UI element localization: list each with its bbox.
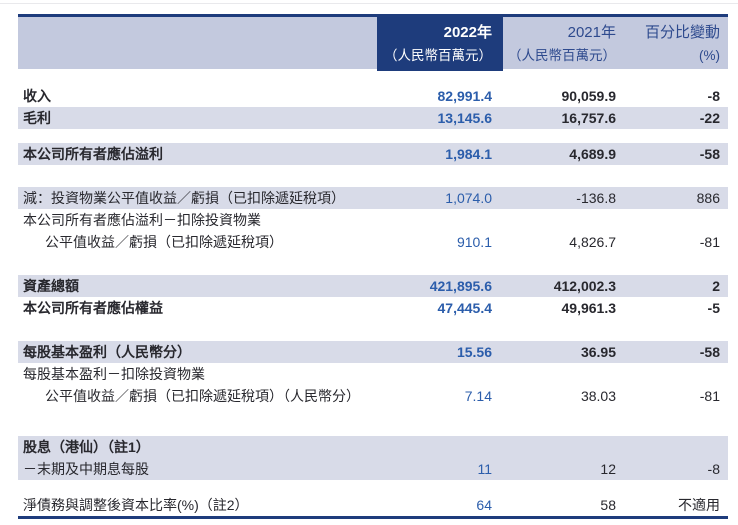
value-2022: 64 [476,497,492,513]
value-2022: 11 [477,461,492,477]
row-label: 淨債務與調整後資本比率(%)（註2） [23,497,249,513]
table-row: 每股基本盈利（人民幣分） 15.56 36.95 -58 [18,341,728,363]
value-2021: 412,002.3 [553,278,616,294]
header-percent-unit: (%) [699,48,720,63]
row-label: －末期及中期息每股 [23,461,149,477]
row-spacer [18,129,728,143]
table-row: 公平值收益／虧損（已扣除遞延稅項） 910.1 4,826.7 -81 [18,231,728,253]
row-spacer [18,253,728,275]
row-spacer [18,480,728,496]
table-row: 本公司所有者應佔權益 47,445.4 49,961.3 -5 [18,297,728,319]
row-label: 公平值收益／虧損（已扣除遞延稅項）（人民幣分） [45,388,360,404]
value-2022: 1,074.0 [445,190,492,206]
row-label: 毛利 [23,110,51,126]
value-2021: 4,689.9 [569,146,616,162]
value-2021: 90,059.9 [561,88,617,104]
financial-summary-table: 2022年 （人民幣百萬元） 2021年 （人民幣百萬元） 百分比變動 (%) … [18,14,728,519]
header-2021-unit: （人民幣百萬元） [508,48,616,63]
header-col-2022: 2022年 （人民幣百萬元） [377,14,503,71]
value-percent-change [617,363,728,385]
value-percent-change [617,209,728,231]
table-row: 減：投資物業公平值收益／虧損（已扣除遞延稅項） 1,074.0 -136.8 886 [18,187,728,209]
value-percent-change: 不適用 [678,497,720,513]
row-spacer [18,165,728,187]
table-row: 收入 82,991.4 90,059.9 -8 [18,85,728,107]
header-percent-title: 百分比變動 [644,24,720,41]
value-percent-change: -8 [707,461,720,477]
value-2022: 82,991.4 [437,88,493,104]
value-2021 [503,363,617,385]
value-2021 [503,209,617,231]
row-spacer [18,319,728,341]
value-2021: 49,961.3 [561,300,617,316]
table-header: 2022年 （人民幣百萬元） 2021年 （人民幣百萬元） 百分比變動 (%) [18,14,728,71]
value-percent-change: -22 [699,110,720,126]
header-col-percent-change: 百分比變動 (%) [617,17,728,69]
table-row: 本公司所有者應佔溢利－扣除投資物業 [18,209,728,231]
row-label: 本公司所有者應佔溢利 [23,146,163,162]
value-2022: 47,445.4 [437,300,493,316]
table-row: －末期及中期息每股 11 12 -8 [18,458,728,480]
row-label: 收入 [23,88,51,104]
value-percent-change: -5 [707,300,720,316]
table-row: 公平值收益／虧損（已扣除遞延稅項）（人民幣分） 7.14 38.03 -81 [18,385,728,407]
value-percent-change: -58 [699,344,720,360]
table-body: 收入 82,991.4 90,059.9 -8 毛利 13,145.6 16,757.6 -2… [18,85,728,516]
row-label: 股息（港仙）（註1） [23,439,150,455]
table-row: 股息（港仙）（註1） [18,436,728,458]
value-percent-change: 886 [696,190,720,206]
header-2022-year: 2022年 [443,24,492,41]
value-2022 [377,436,503,458]
value-2022: 13,145.6 [437,110,493,126]
value-2022 [377,363,503,385]
row-label: 減：投資物業公平值收益／虧損（已扣除遞延稅項） [23,190,345,206]
row-label: 公平值收益／虧損（已扣除遞延稅項） [45,234,283,250]
header-2022-unit: （人民幣百萬元） [384,48,492,63]
table-row: 每股基本盈利－扣除投資物業 [18,363,728,385]
value-percent-change: -58 [699,146,720,162]
value-2022: 15.56 [456,344,492,360]
header-label-cell [18,17,377,69]
header-2021-year: 2021年 [567,24,616,41]
table-row: 資產總額 421,895.6 412,002.3 2 [18,275,728,297]
row-label: 資產總額 [23,278,79,294]
value-percent-change: -8 [707,88,720,104]
value-percent-change: -81 [699,388,720,404]
row-spacer [18,407,728,436]
table-row: 淨債務與調整後資本比率(%)（註2） 64 58 不適用 [18,496,728,516]
value-2021: 36.95 [580,344,616,360]
value-percent-change [617,436,728,458]
value-2021: 4,826.7 [569,234,616,250]
value-2021: -136.8 [576,190,616,206]
value-2022: 910.1 [456,234,492,250]
value-2021: 12 [600,461,616,477]
header-col-2021: 2021年 （人民幣百萬元） [503,17,617,69]
value-2022: 7.14 [464,388,492,404]
value-2022 [377,209,503,231]
row-label: 每股基本盈利（人民幣分） [23,344,191,360]
value-percent-change: -81 [699,234,720,250]
table-bottom-rule [18,516,728,519]
row-label: 每股基本盈利－扣除投資物業 [23,366,205,382]
value-2022: 421,895.6 [429,278,492,294]
value-percent-change: 2 [712,278,720,294]
page-top-divider [0,3,738,4]
value-2021: 16,757.6 [561,110,617,126]
financial-summary-page: 2022年 （人民幣百萬元） 2021年 （人民幣百萬元） 百分比變動 (%) … [0,0,738,525]
table-row: 毛利 13,145.6 16,757.6 -22 [18,107,728,129]
table-row: 本公司所有者應佔溢利 1,984.1 4,689.9 -58 [18,143,728,165]
row-label: 本公司所有者應佔權益 [23,300,163,316]
value-2021: 58 [600,497,616,513]
value-2021 [503,436,617,458]
value-2021: 38.03 [580,388,616,404]
row-label: 本公司所有者應佔溢利－扣除投資物業 [23,212,261,228]
value-2022: 1,984.1 [445,146,492,162]
